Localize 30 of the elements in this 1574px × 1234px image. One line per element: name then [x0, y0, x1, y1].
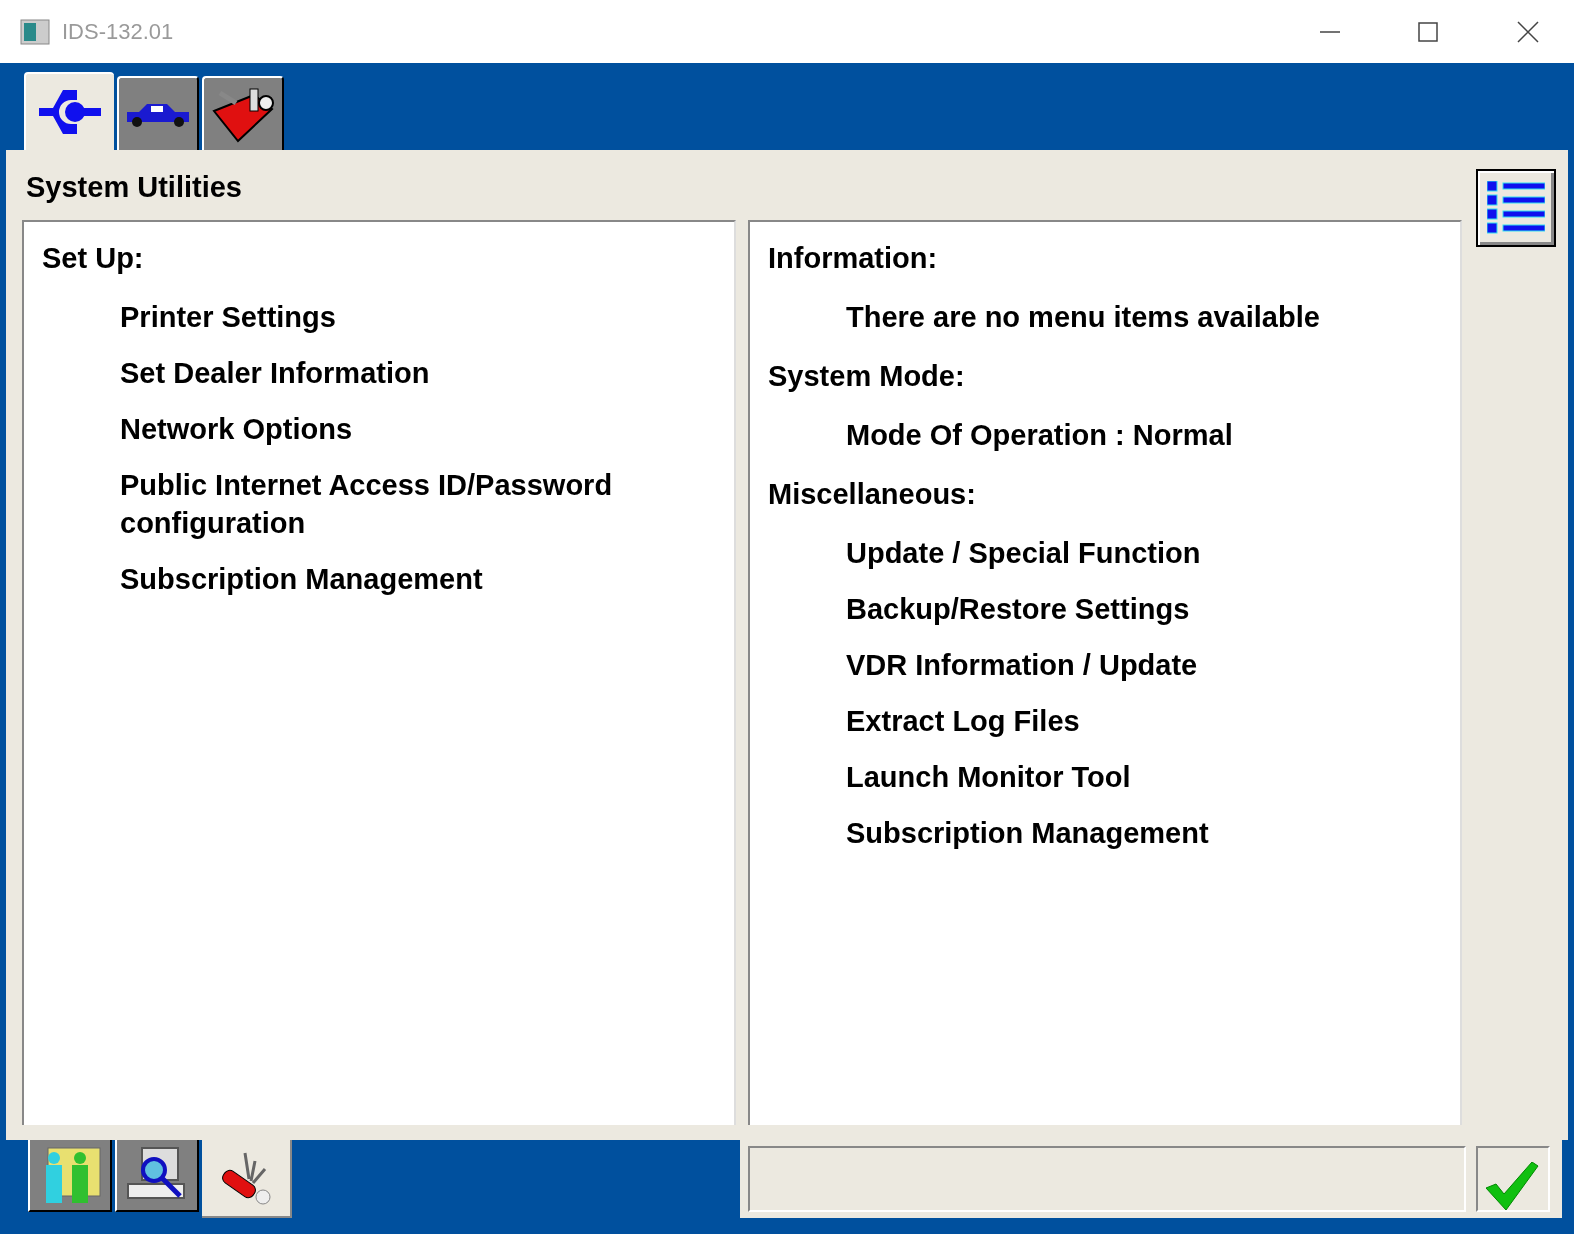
menu-item[interactable]: Update / Special Function: [846, 534, 1406, 572]
section-heading: Information:: [768, 241, 939, 276]
menu-item[interactable]: There are no menu items available: [846, 298, 1406, 336]
menu-item[interactable]: Public Internet Access ID/Password configuration: [120, 466, 680, 542]
menu-item[interactable]: Mode Of Operation : Normal: [846, 416, 1406, 454]
close-icon[interactable]: [1516, 19, 1540, 44]
checkmark-icon: [1486, 1162, 1540, 1210]
menu-item[interactable]: Subscription Management: [120, 560, 680, 598]
menu-item[interactable]: VDR Information / Update: [846, 646, 1406, 684]
section-heading: Set Up:: [42, 241, 145, 276]
toolbar-tab[interactable]: [115, 1140, 199, 1212]
page-title: System Utilities: [26, 170, 242, 206]
maximize-icon[interactable]: [1416, 19, 1440, 44]
menu-item[interactable]: Set Dealer Information: [120, 354, 680, 392]
menu-item[interactable]: Network Options: [120, 410, 680, 448]
menu-item[interactable]: Printer Settings: [120, 298, 680, 336]
menu-item[interactable]: Backup/Restore Settings: [846, 590, 1406, 628]
window-title: IDS-132.01: [62, 18, 174, 46]
app-icon: [20, 18, 50, 45]
list-button[interactable]: [1476, 169, 1556, 247]
arrow-icon: [39, 90, 101, 134]
toolbox-icon: [210, 85, 276, 143]
section-heading: System Mode:: [768, 359, 966, 394]
list-icon: [1487, 181, 1545, 235]
toolbar-tab[interactable]: [28, 1140, 112, 1212]
menu-item[interactable]: Extract Log Files: [846, 702, 1406, 740]
menu-item[interactable]: Launch Monitor Tool: [846, 758, 1406, 796]
ok-button[interactable]: [1476, 1146, 1550, 1212]
menu-item[interactable]: Subscription Management: [846, 814, 1406, 852]
section-heading: Miscellaneous:: [768, 477, 977, 512]
